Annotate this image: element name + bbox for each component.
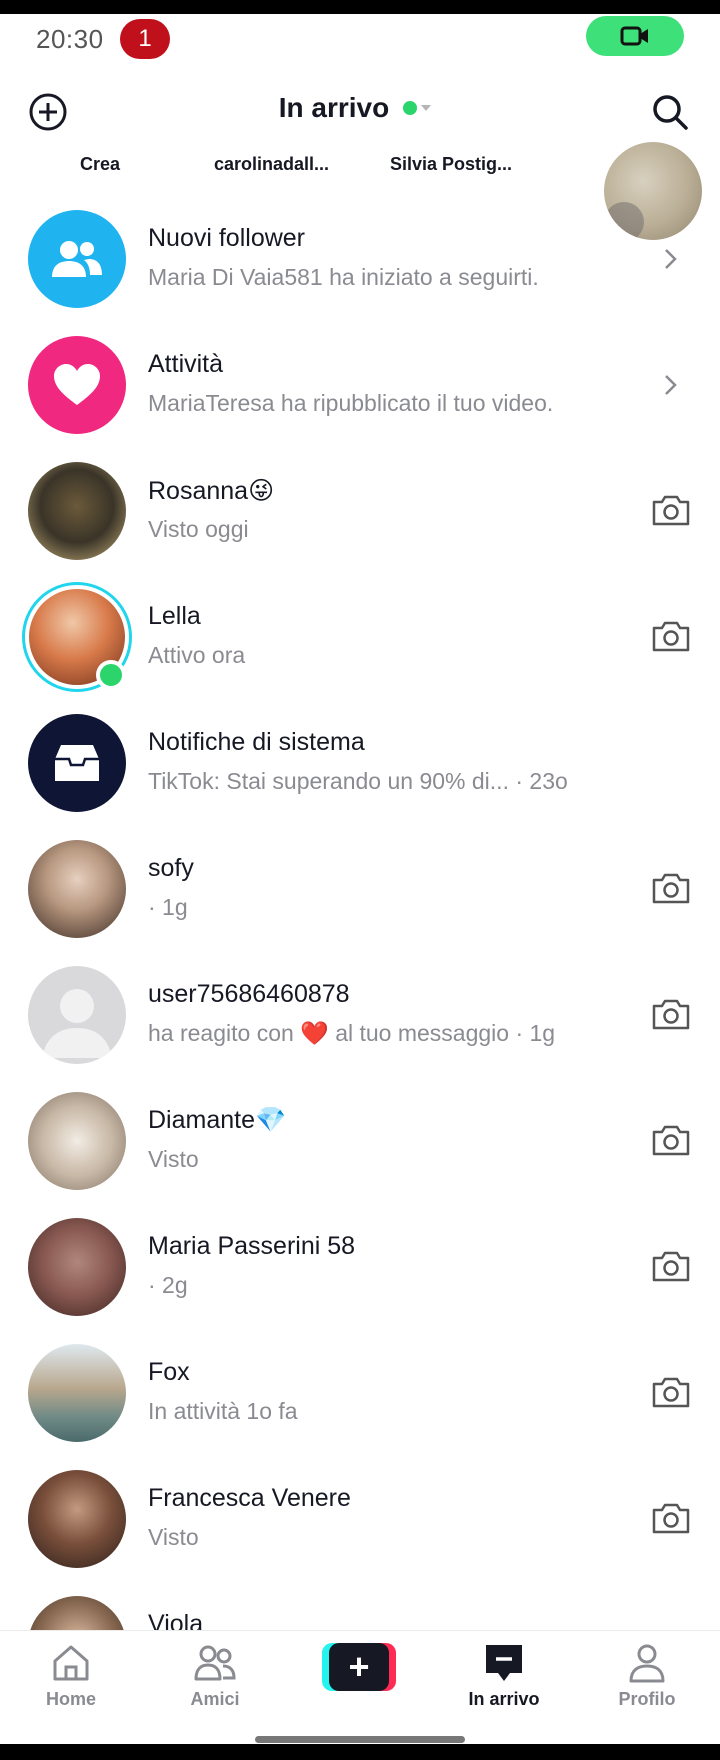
row-subtitle: Visto [148,1524,199,1550]
default-avatar [28,966,126,1064]
list-item-chat[interactable]: Francesca Venere Visto [0,1456,720,1582]
chevron-right-icon [665,249,677,269]
row-title: Diamante💎 [148,1106,287,1134]
system-bar [0,1744,720,1760]
nav-home-label: Home [45,1689,96,1709]
list-item-chat[interactable]: Fox In attività 1o fa [0,1330,720,1456]
nav-friends-label: Amici [190,1689,240,1709]
top-strip [0,0,720,14]
followers-avatar [28,210,126,308]
list-item-chat[interactable]: sofy · 1g [0,826,720,952]
notification-badge: 1 [120,19,170,59]
list-item-chat[interactable]: Maria Passerini 58 · 2g [0,1204,720,1330]
row-subtitle: Maria Di Vaia581 ha iniziato a seguirti. [148,264,539,290]
avatar [28,1092,126,1190]
row-title: user75686460878 [148,980,350,1008]
camera-icon[interactable] [650,870,692,906]
row-title: Rosanna😜 [148,477,275,505]
story-item[interactable]: carolinadall... [214,154,329,175]
camera-icon[interactable] [650,1248,692,1284]
video-call-pill[interactable] [586,16,684,56]
inbox-box-icon [55,745,99,781]
page-title: In arrivo [278,92,390,123]
conversation-list: Nuovi follower Maria Di Vaia581 ha inizi… [0,196,720,1708]
avatar [28,1344,126,1442]
activity-avatar [28,336,126,434]
person-placeholder-icon [42,989,112,1058]
inbox-icon [486,1645,522,1681]
row-title: Lella [148,602,201,630]
row-title: Maria Passerini 58 [148,1232,356,1260]
nav-profile[interactable]: Profilo [592,1641,702,1710]
row-subtitle: Visto [148,1146,199,1172]
video-camera-icon [620,26,648,46]
list-item-chat[interactable]: user75686460878 ha reagito con ❤️ al tuo… [0,952,720,1078]
inbox-screen: 20:30 1 In arrivo Crea carolinadall... S… [0,0,720,1760]
search-icon[interactable] [650,92,690,132]
camera-icon[interactable] [650,492,692,528]
list-item-new-followers[interactable]: Nuovi follower Maria Di Vaia581 ha inizi… [0,196,720,322]
row-title: Attività [148,350,224,378]
bottom-nav: Home Amici + In arrivo Profilo [0,1630,720,1744]
row-title: Nuovi follower [148,224,306,252]
avatar [28,1218,126,1316]
row-subtitle: Attivo ora [148,642,246,668]
row-subtitle: MariaTeresa ha ripubblicato il tuo video… [148,390,554,416]
list-item-chat[interactable]: Diamante💎 Visto [0,1078,720,1204]
home-icon [53,1645,89,1681]
list-item-activity[interactable]: Attività MariaTeresa ha ripubblicato il … [0,322,720,448]
nav-friends[interactable]: Amici [160,1641,270,1710]
row-subtitle: TikTok: Stai superando un 90% di... · 23… [148,768,568,794]
plus-icon: + [329,1643,389,1691]
chevron-right-icon [665,375,677,395]
row-title: sofy [148,854,194,882]
nav-profile-label: Profilo [618,1689,676,1709]
camera-icon[interactable] [650,618,692,654]
row-title: Francesca Venere [148,1484,351,1512]
header-title-wrapper: In arrivo [0,92,720,124]
list-item-system-notifications[interactable]: Notifiche di sistema TikTok: Stai supera… [0,700,720,826]
camera-icon[interactable] [650,1122,692,1158]
story-item[interactable]: Silvia Postig... [390,154,512,175]
row-title: Fox [148,1358,190,1386]
list-item-chat[interactable]: Lella Attivo ora [0,574,720,700]
system-avatar [28,714,126,812]
row-subtitle: · 2g [148,1272,188,1298]
friends-icon [194,1645,236,1681]
status-selector[interactable] [403,101,432,115]
list-item-chat[interactable]: Rosanna😜 Visto oggi [0,448,720,574]
nav-inbox[interactable]: In arrivo [449,1641,559,1710]
row-subtitle: Visto oggi [148,516,249,542]
nav-inbox-label: In arrivo [468,1689,540,1709]
camera-icon[interactable] [650,1374,692,1410]
avatar [28,462,126,560]
caret-down-icon [421,105,432,111]
online-badge [96,660,126,690]
people-icon [52,241,102,277]
avatar [28,1470,126,1568]
heart-icon [54,364,100,405]
row-subtitle: ha reagito con ❤️ al tuo messaggio · 1g [148,1020,556,1046]
camera-icon[interactable] [650,1500,692,1536]
row-subtitle: In attività 1o fa [148,1398,298,1424]
row-subtitle: · 1g [148,894,188,920]
nav-home[interactable]: Home [16,1641,126,1710]
create-button[interactable]: + [322,1643,396,1691]
status-time: 20:30 [36,24,104,54]
online-status-dot [403,101,418,115]
home-indicator[interactable] [255,1736,465,1743]
row-title: Notifiche di sistema [148,728,365,756]
profile-icon [629,1644,665,1683]
story-create[interactable]: Crea [80,154,120,175]
camera-icon[interactable] [650,996,692,1032]
avatar [28,840,126,938]
